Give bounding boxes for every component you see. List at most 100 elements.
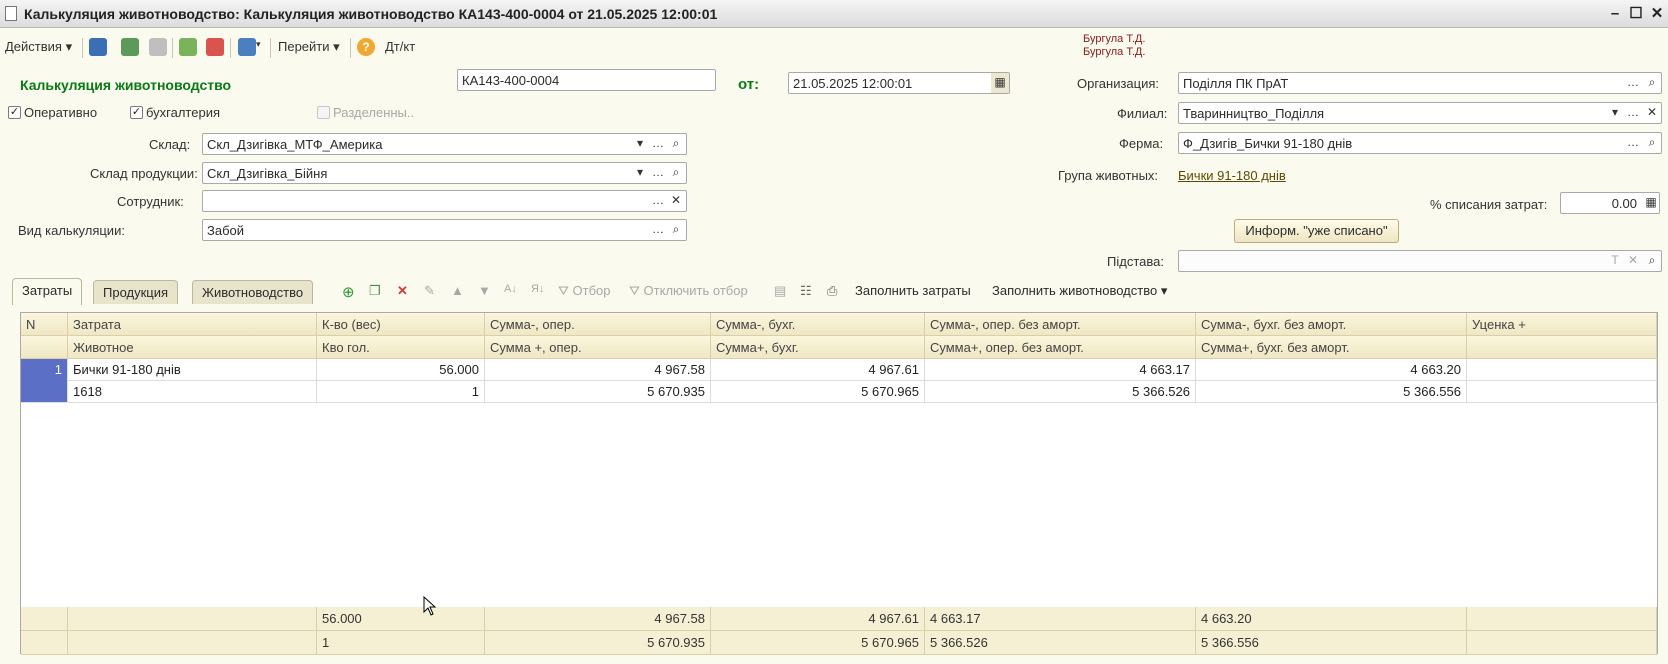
organization-field[interactable]: Поділля ПК ПрАТ <box>1178 72 1662 94</box>
search-icon[interactable]: ⌕ <box>1643 251 1661 271</box>
column-header[interactable]: Сумма-, опер. <box>485 313 711 336</box>
document-number-field[interactable]: КА143-400-0004 <box>457 69 716 91</box>
column-header[interactable]: Сумма-, бухг. без аморт. <box>1196 313 1467 336</box>
ellipsis-icon[interactable]: … <box>1624 103 1642 123</box>
row-number[interactable]: 1 <box>21 359 68 403</box>
checkbox-divided[interactable] <box>317 106 330 119</box>
farm-field[interactable]: Ф_Дзигів_Бички 91-180 днів <box>1178 132 1662 154</box>
tab-products[interactable]: Продукция <box>93 280 179 304</box>
table-cell[interactable]: Бички 91-180 днів <box>68 359 317 381</box>
dtkt-button[interactable]: Дт/кт <box>385 39 415 54</box>
column-header[interactable]: Кво гол. <box>317 336 485 359</box>
column-header[interactable]: Затрата <box>68 313 317 336</box>
table-cell[interactable]: 5 670.965 <box>711 381 925 403</box>
chevron-down-icon[interactable]: ▾ <box>1606 103 1624 123</box>
search-icon[interactable]: ⌕ <box>1643 73 1661 93</box>
column-header[interactable]: N <box>21 313 68 336</box>
ellipsis-icon[interactable]: … <box>1624 133 1642 153</box>
column-header[interactable]: Животное <box>68 336 317 359</box>
table-cell[interactable]: 56.000 <box>317 359 485 381</box>
move-down-icon[interactable]: ▼ <box>478 283 491 298</box>
date-field[interactable]: 21.05.2025 12:00:01 <box>788 72 1010 94</box>
unpost-icon[interactable] <box>206 38 224 56</box>
column-header[interactable]: Сумма+, опер. без аморт. <box>925 336 1196 359</box>
ellipsis-icon[interactable]: … <box>1624 73 1642 93</box>
table-cell[interactable] <box>1467 381 1657 403</box>
column-header[interactable]: Сумма-, опер. без аморт. <box>925 313 1196 336</box>
calculator-icon[interactable]: ▦ <box>1642 193 1660 213</box>
branch-field[interactable]: Тваринництво_Поділля <box>1178 102 1662 124</box>
add-icon[interactable]: ⊕ <box>342 283 355 301</box>
column-header[interactable]: Сумма+, бухг. <box>711 336 925 359</box>
column-header[interactable]: Сумма +, опер. <box>485 336 711 359</box>
column-header[interactable]: К-во (вес) <box>317 313 485 336</box>
animal-group-link[interactable]: Бички 91-180 днів <box>1178 168 1286 183</box>
based-on-dropdown-icon[interactable]: ▾ <box>256 39 261 50</box>
chevron-down-icon[interactable]: ▾ <box>631 163 649 183</box>
table-cell[interactable]: 4 967.58 <box>485 359 711 381</box>
checkbox-operative[interactable]: ✓ <box>8 106 21 119</box>
employee-field[interactable] <box>202 190 687 212</box>
column-header[interactable] <box>21 336 68 359</box>
warehouse-field[interactable]: Скл_Дзигівка_МТФ_Америка <box>202 133 687 155</box>
grid-settings-icon[interactable]: ▤ <box>774 283 786 299</box>
column-header[interactable]: Сумма-, бухг. <box>711 313 925 336</box>
checkbox-accounting[interactable]: ✓ <box>130 106 143 119</box>
ellipsis-icon[interactable]: … <box>649 191 667 211</box>
edit-icon[interactable]: ✎ <box>424 283 435 299</box>
table-cell[interactable]: 5 366.556 <box>1196 381 1467 403</box>
search-icon[interactable]: ⌕ <box>667 220 685 240</box>
sort-desc-icon[interactable]: Я↓ <box>531 283 544 295</box>
post-icon[interactable] <box>179 38 197 56</box>
based-on-icon[interactable] <box>238 38 256 56</box>
chevron-down-icon[interactable]: ▾ <box>631 134 649 154</box>
product-warehouse-field[interactable]: Скл_Дзигівка_Бійня <box>202 162 687 184</box>
fill-livestock-button[interactable]: Заполнить животноводство ▾ <box>992 283 1167 299</box>
calendar-icon[interactable]: ▦ <box>991 73 1009 93</box>
delete-icon[interactable]: ✕ <box>397 283 408 299</box>
search-icon[interactable]: ⌕ <box>667 134 685 154</box>
unfilter-button[interactable]: ⛛ Отключить отбор <box>629 283 748 299</box>
maximize-icon[interactable]: ☐ <box>1626 4 1646 24</box>
print-icon[interactable]: ⎙ <box>827 283 837 299</box>
table-cell[interactable]: 4 663.17 <box>925 359 1196 381</box>
refresh-icon[interactable] <box>121 38 139 56</box>
search-icon[interactable]: ⌕ <box>1643 133 1661 153</box>
table-cell[interactable] <box>1467 359 1657 381</box>
actions-menu[interactable]: Действия ▾ <box>5 39 72 55</box>
costs-table[interactable]: N Затрата К-во (вес) Сумма-, опер. Сумма… <box>20 312 1658 655</box>
goto-menu[interactable]: Перейти ▾ <box>278 39 340 55</box>
text-icon[interactable]: T <box>1606 251 1624 271</box>
sort-asc-icon[interactable]: A↓ <box>504 283 517 295</box>
table-cell[interactable]: 4 967.61 <box>711 359 925 381</box>
move-up-icon[interactable]: ▲ <box>451 283 464 298</box>
copy-row-icon[interactable]: ❐ <box>369 283 381 299</box>
help-icon[interactable]: ? <box>357 38 375 56</box>
ellipsis-icon[interactable]: … <box>649 163 667 183</box>
table-cell[interactable]: 5 366.526 <box>925 381 1196 403</box>
filter-button[interactable]: ⛛ Отбор <box>558 283 611 299</box>
basis-field[interactable] <box>1178 250 1662 272</box>
column-header[interactable]: Сумма+, бухг. без аморт. <box>1196 336 1467 359</box>
ellipsis-icon[interactable]: … <box>649 220 667 240</box>
column-header[interactable]: Уценка + <box>1467 313 1657 336</box>
tab-livestock[interactable]: Животноводство <box>192 280 314 304</box>
column-header[interactable] <box>1467 336 1657 359</box>
table-cell[interactable]: 4 663.20 <box>1196 359 1467 381</box>
close-icon[interactable]: ✕ <box>1647 4 1667 24</box>
clear-icon[interactable]: ✕ <box>667 191 685 211</box>
table-cell[interactable]: 5 670.935 <box>485 381 711 403</box>
copy-icon[interactable] <box>149 38 167 56</box>
ellipsis-icon[interactable]: … <box>649 134 667 154</box>
fill-costs-button[interactable]: Заполнить затраты <box>855 283 971 298</box>
table-cell[interactable]: 1 <box>317 381 485 403</box>
info-written-off-button[interactable]: Информ. "уже списано" <box>1234 219 1399 243</box>
table-cell[interactable]: 1618 <box>68 381 317 403</box>
clear-icon[interactable]: ✕ <box>1643 103 1661 123</box>
minimize-icon[interactable]: – <box>1605 4 1625 24</box>
search-icon[interactable]: ⌕ <box>667 163 685 183</box>
tab-costs[interactable]: Затраты <box>12 278 83 305</box>
calc-type-field[interactable]: Забой <box>202 219 687 241</box>
clear-icon[interactable]: ✕ <box>1624 251 1642 271</box>
columns-icon[interactable]: ☷ <box>800 283 812 299</box>
